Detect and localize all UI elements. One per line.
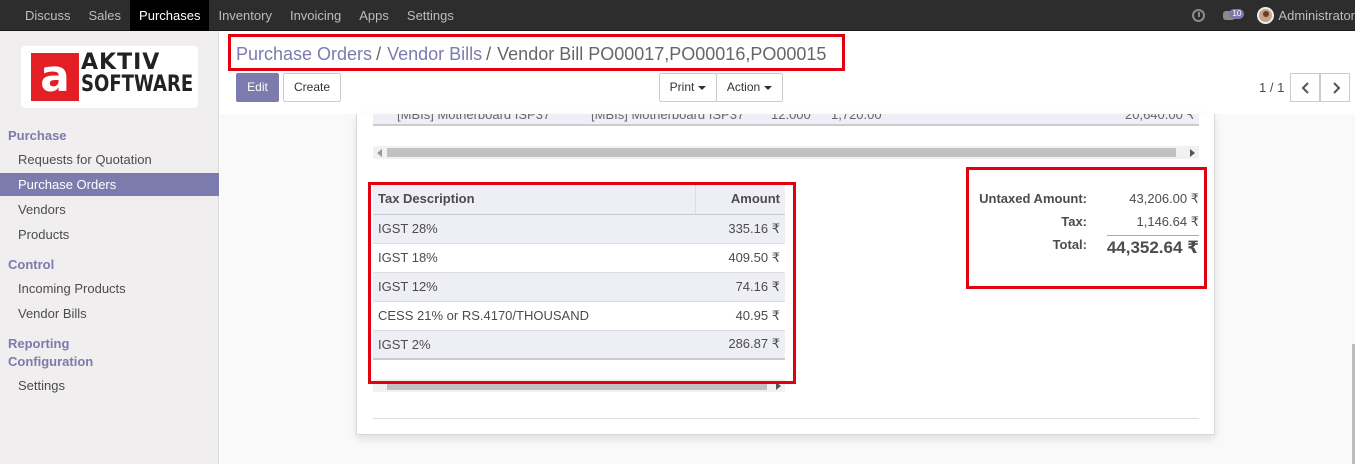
line-unit-price: 1,720.00 (831, 114, 882, 122)
line-subtotal: 20,640.00 ₹ (1125, 114, 1195, 122)
sidebar-section-configuration[interactable]: Configuration (8, 354, 93, 369)
scroll-right-arrow-icon[interactable] (1190, 149, 1195, 157)
clock-icon[interactable] (1192, 9, 1206, 22)
messaging-menu[interactable]: 10 (1223, 8, 1247, 24)
company-logo: a AKTIV SOFTWARE (21, 46, 198, 108)
action-label: Action (726, 80, 761, 94)
line-product: [MBIs] Motherboard ISP37 (397, 114, 551, 122)
lines-horizontal-scrollbar[interactable] (373, 146, 1199, 159)
print-dropdown[interactable]: Print (659, 73, 717, 102)
sheet-divider (373, 418, 1199, 419)
systray: 10 Administrator (1192, 0, 1355, 31)
pager-value[interactable]: 1 / 1 (1259, 80, 1284, 95)
pager-next-button[interactable] (1320, 73, 1350, 102)
app-menu: Discuss Sales Purchases Inventory Invoic… (0, 0, 463, 31)
sidebar: a AKTIV SOFTWARE Purchase Requests for Q… (0, 31, 219, 464)
chevron-left-icon (1301, 82, 1309, 94)
create-button[interactable]: Create (283, 73, 341, 102)
highlight-box-totals (966, 167, 1207, 289)
menu-invoicing[interactable]: Invoicing (281, 0, 350, 31)
line-description: [MBIs] Motherboard ISP37 (591, 114, 745, 122)
menu-inventory[interactable]: Inventory (209, 0, 280, 31)
menu-purchases[interactable]: Purchases (130, 0, 210, 31)
pager-previous-button[interactable] (1290, 73, 1320, 102)
menu-sales[interactable]: Sales (80, 0, 131, 31)
edit-button[interactable]: Edit (236, 73, 279, 102)
logo-mark: a (31, 53, 79, 101)
sidebar-section-control[interactable]: Control (8, 257, 54, 272)
sidebar-item-purchase-orders[interactable]: Purchase Orders (0, 173, 219, 196)
menu-apps[interactable]: Apps (350, 0, 398, 31)
caret-down-icon (764, 85, 773, 90)
highlight-box-tax-table (368, 182, 796, 384)
sidebar-item-settings[interactable]: Settings (0, 374, 219, 397)
chevron-right-icon (1333, 82, 1341, 94)
scroll-left-arrow-icon[interactable] (377, 149, 382, 157)
sidebar-item-incoming-products[interactable]: Incoming Products (0, 277, 219, 300)
menu-discuss[interactable]: Discuss (16, 0, 80, 31)
sidebar-section-purchase[interactable]: Purchase (8, 128, 67, 143)
logo-text-aktiv: AKTIV (81, 50, 161, 75)
sidebar-item-vendors[interactable]: Vendors (0, 198, 219, 221)
sidebar-section-reporting[interactable]: Reporting (8, 336, 69, 351)
chat-count-badge: 10 (1229, 8, 1245, 19)
scrollbar-thumb[interactable] (387, 148, 1176, 157)
menu-settings[interactable]: Settings (398, 0, 463, 31)
sidebar-item-products[interactable]: Products (0, 223, 219, 246)
line-quantity: 12.000 (771, 114, 811, 122)
print-label: Print (669, 80, 695, 94)
invoice-line-row[interactable]: [MBIs] Motherboard ISP37 [MBIs] Motherbo… (373, 114, 1199, 126)
user-avatar[interactable] (1257, 7, 1275, 24)
highlight-box-breadcrumb (228, 34, 845, 71)
sidebar-item-vendor-bills[interactable]: Vendor Bills (0, 302, 219, 325)
user-menu[interactable]: Administrator (1278, 8, 1355, 23)
logo-text-software: SOFTWARE (81, 72, 194, 97)
top-navbar: Discuss Sales Purchases Inventory Invoic… (0, 0, 1355, 31)
caret-down-icon (698, 85, 707, 90)
sidebar-item-rfq[interactable]: Requests for Quotation (0, 148, 219, 171)
action-dropdown[interactable]: Action (716, 73, 783, 102)
